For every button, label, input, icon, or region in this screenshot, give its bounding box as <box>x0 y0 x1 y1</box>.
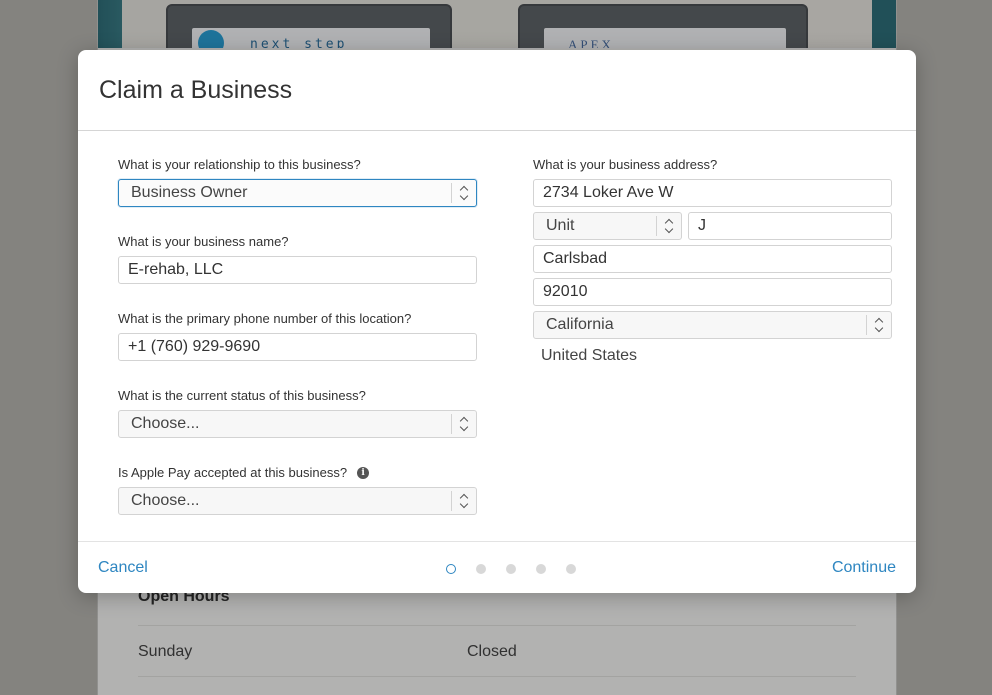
unit-type-value: Unit <box>546 217 575 234</box>
phone-field: What is the primary phone number of this… <box>118 311 477 361</box>
state-value: California <box>546 316 614 333</box>
modal-header: Claim a Business <box>78 50 916 131</box>
relationship-label: What is your relationship to this busine… <box>118 157 361 172</box>
relationship-field: What is your relationship to this busine… <box>118 157 477 207</box>
status-value: Choose... <box>131 415 200 432</box>
unit-number-input[interactable]: J <box>688 212 892 240</box>
business-name-label: What is your business name? <box>118 234 289 249</box>
step-dot-4 <box>536 564 546 574</box>
info-icon[interactable]: i <box>357 467 370 479</box>
business-name-value: E-rehab, LLC <box>128 261 224 278</box>
apple-pay-value: Choose... <box>131 492 200 509</box>
select-arrows-icon <box>451 414 476 434</box>
apple-pay-select[interactable]: Choose... <box>118 487 477 515</box>
street-value: 2734 Loker Ave W <box>543 184 674 201</box>
apple-pay-label: Is Apple Pay accepted at this business? … <box>118 465 477 481</box>
business-name-field: What is your business name? E-rehab, LLC <box>118 234 477 284</box>
status-label: What is the current status of this busin… <box>118 388 366 403</box>
right-column: What is your business address? 2734 Loke… <box>533 157 892 365</box>
status-field: What is the current status of this busin… <box>118 388 477 438</box>
step-dot-2 <box>476 564 486 574</box>
state-select[interactable]: California <box>533 311 892 339</box>
step-dot-1 <box>446 564 456 574</box>
phone-input[interactable]: +1 (760) 929-9690 <box>118 333 477 361</box>
select-arrows-icon <box>451 491 476 511</box>
unit-type-select[interactable]: Unit <box>533 212 682 240</box>
phone-label: What is the primary phone number of this… <box>118 311 412 326</box>
modal-footer: Cancel Continue <box>78 541 916 593</box>
unit-number-value: J <box>698 217 706 234</box>
unit-row: Unit J <box>533 212 892 240</box>
zip-input[interactable]: 92010 <box>533 278 892 306</box>
apple-pay-label-text: Is Apple Pay accepted at this business? <box>118 465 348 480</box>
business-name-input[interactable]: E-rehab, LLC <box>118 256 477 284</box>
apple-pay-field: Is Apple Pay accepted at this business? … <box>118 465 477 515</box>
select-arrows-icon <box>866 315 891 335</box>
step-dot-3 <box>506 564 516 574</box>
street-input[interactable]: 2734 Loker Ave W <box>533 179 892 207</box>
city-value: Carlsbad <box>543 250 608 267</box>
select-arrows-icon <box>451 183 476 203</box>
modal-title: Claim a Business <box>99 76 293 104</box>
select-arrows-icon <box>656 216 681 236</box>
address-label: What is your business address? <box>533 157 718 172</box>
city-input[interactable]: Carlsbad <box>533 245 892 273</box>
step-indicator <box>446 564 576 574</box>
phone-value: +1 (760) 929-9690 <box>128 338 261 355</box>
claim-business-modal: Claim a Business What is your relationsh… <box>78 50 916 593</box>
cancel-button[interactable]: Cancel <box>98 559 148 577</box>
zip-value: 92010 <box>543 283 588 300</box>
relationship-value: Business Owner <box>131 184 248 201</box>
status-select[interactable]: Choose... <box>118 410 477 438</box>
country-text: United States <box>541 347 638 364</box>
continue-button[interactable]: Continue <box>832 559 896 577</box>
relationship-select[interactable]: Business Owner <box>118 179 477 207</box>
step-dot-5 <box>566 564 576 574</box>
